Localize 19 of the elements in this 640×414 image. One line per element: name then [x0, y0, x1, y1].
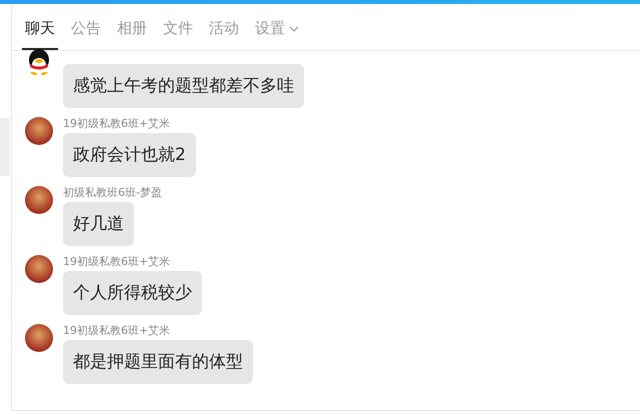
tab[interactable]: 相册	[114, 18, 150, 50]
message-bubble: 政府会计也就2	[63, 133, 196, 177]
avatar-photo-placeholder	[25, 255, 53, 283]
tab[interactable]: 文件	[160, 18, 196, 50]
sender-name: 19初级私教6班+艾米	[63, 117, 172, 130]
sender-name: 19初级私教6班+艾米	[63, 255, 172, 268]
message-bubble: 好几道	[63, 202, 134, 246]
message-bubble: 个人所得税较少	[63, 271, 202, 315]
message-bubble: 都是押题里面有的体型	[63, 340, 253, 384]
message-bubble: 感觉上午考的题型都差不多哇	[63, 64, 304, 108]
sender-name: 19初级私教6班+艾米	[63, 324, 172, 337]
tab[interactable]: 活动	[206, 18, 242, 50]
sender-name: 初级私教班6班-梦盈	[63, 186, 162, 199]
tab[interactable]: 设置	[252, 18, 302, 50]
chevron-down-icon	[289, 26, 299, 32]
avatar-photo-placeholder	[25, 324, 53, 352]
avatar-photo-placeholder	[25, 117, 53, 145]
tab[interactable]: 公告	[68, 18, 104, 50]
avatar-photo-placeholder	[25, 186, 53, 214]
